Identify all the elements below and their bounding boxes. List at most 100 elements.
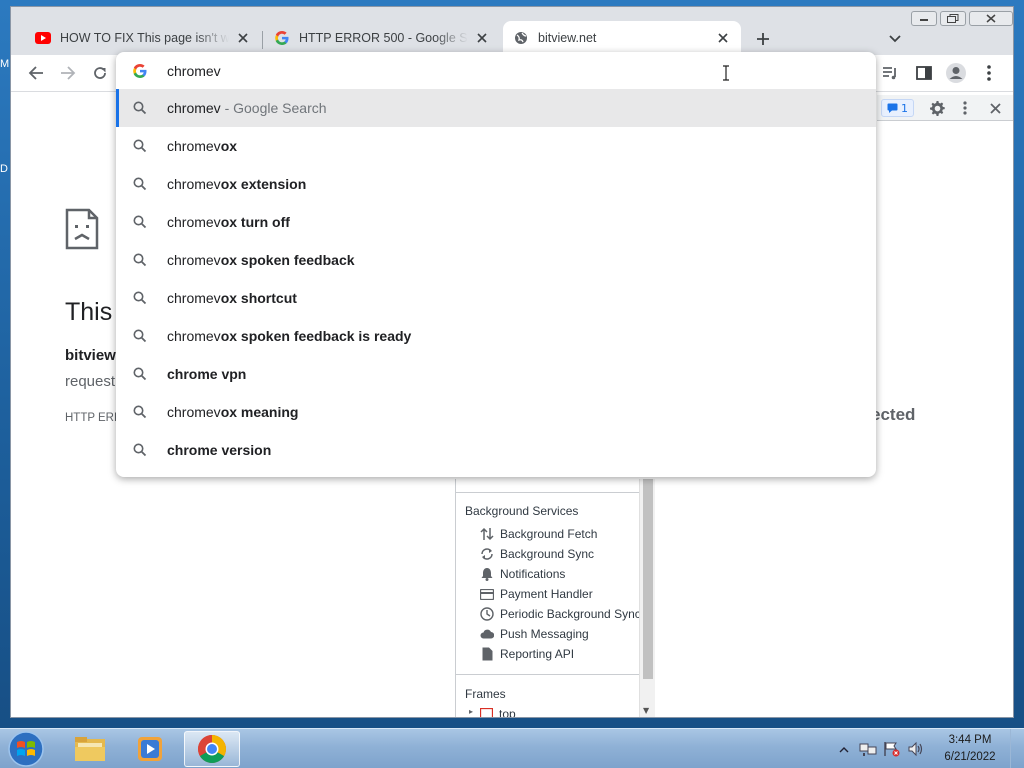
devtools-scrollbar[interactable]: ▼	[639, 479, 655, 717]
issues-badge[interactable]: 1	[881, 99, 914, 117]
background-sync-item[interactable]: Background Sync	[480, 545, 594, 563]
address-bar-text: chromev	[167, 63, 221, 79]
forward-button[interactable]	[54, 59, 82, 87]
close-icon	[989, 102, 1001, 114]
suggestion-item[interactable]: chromevox turn off	[116, 203, 876, 241]
tab-bitview[interactable]: bitview.net	[503, 21, 741, 55]
error-message: request.	[65, 373, 120, 390]
payment-handler-item[interactable]: Payment Handler	[480, 585, 593, 603]
tab-youtube[interactable]: HOW TO FIX This page isn't working	[25, 21, 261, 55]
gear-icon	[929, 100, 945, 116]
cloud-icon	[480, 629, 494, 639]
address-bar[interactable]: chromev	[116, 52, 876, 90]
avatar-icon	[946, 63, 966, 83]
devtools-toolbar: 1	[877, 95, 1013, 121]
forward-arrow-icon	[61, 66, 76, 80]
search-icon	[133, 291, 147, 305]
chrome-icon	[198, 735, 226, 763]
google-icon	[274, 30, 290, 46]
frame-top-item[interactable]: ▸ top	[469, 707, 516, 717]
clock-time: 3:44 PM	[948, 734, 992, 746]
taskbar: 3:44 PM 6/21/2022	[0, 728, 1024, 768]
suggestion-item[interactable]: chromev - Google Search	[116, 89, 876, 127]
background-services-heading: Background Services	[465, 504, 579, 518]
plus-icon	[757, 33, 769, 45]
reading-list-button[interactable]	[876, 59, 904, 87]
media-player-icon	[138, 737, 162, 761]
system-tray: 3:44 PM 6/21/2022	[832, 729, 1024, 768]
devtools-settings-button[interactable]	[929, 100, 945, 116]
action-center-flag-icon[interactable]	[881, 738, 903, 760]
background-fetch-item[interactable]: Background Fetch	[480, 525, 597, 543]
chrome-menu-button[interactable]	[975, 59, 1003, 87]
text-cursor-icon	[723, 65, 729, 81]
kebab-menu-icon	[963, 101, 967, 115]
taskbar-media-player[interactable]	[122, 731, 178, 767]
google-icon	[133, 64, 147, 78]
devtools-notice-text: ected	[871, 405, 916, 424]
taskbar-chrome[interactable]	[184, 731, 240, 767]
devtools-close-button[interactable]	[987, 100, 1003, 116]
periodic-background-sync-label: Periodic Background Sync	[500, 607, 641, 621]
youtube-icon	[35, 30, 51, 46]
tab-title: HTTP ERROR 500 - Google Search	[299, 31, 468, 45]
frame-icon	[479, 707, 493, 717]
document-icon	[482, 647, 492, 661]
tab-strip: HOW TO FIX This page isn't working HTTP …	[11, 19, 1015, 55]
suggestion-item[interactable]: chromevox shortcut	[116, 279, 876, 317]
new-tab-button[interactable]	[751, 27, 775, 51]
volume-icon[interactable]	[905, 738, 927, 760]
kebab-menu-icon	[987, 65, 991, 81]
scrollbar-thumb[interactable]	[643, 479, 653, 679]
divider	[456, 492, 640, 493]
start-button[interactable]	[6, 731, 46, 767]
close-tab-icon[interactable]	[474, 30, 490, 46]
suggestion-item[interactable]: chrome version	[116, 431, 876, 469]
suggestion-item[interactable]: chromevox meaning	[116, 393, 876, 431]
suggestion-item[interactable]: chromevox extension	[116, 165, 876, 203]
devtools-application-sidebar: Background Services Background Fetch Bac…	[455, 479, 655, 717]
periodic-background-sync-item[interactable]: Periodic Background Sync	[480, 605, 641, 623]
search-icon	[133, 139, 147, 153]
network-icon[interactable]	[857, 738, 879, 760]
search-icon	[133, 253, 147, 267]
back-arrow-icon	[28, 66, 43, 80]
tab-separator	[262, 31, 263, 49]
globe-icon	[513, 30, 529, 46]
side-panel-button[interactable]	[910, 59, 938, 87]
suggestion-item[interactable]: chrome vpn	[116, 355, 876, 393]
tab-google-search[interactable]: HTTP ERROR 500 - Google Search	[264, 21, 500, 55]
message-icon	[887, 103, 898, 113]
profile-button[interactable]	[942, 59, 970, 87]
scroll-down-arrow-icon[interactable]: ▼	[643, 706, 649, 715]
search-icon	[133, 405, 147, 419]
suggestion-item[interactable]: chromevox spoken feedback is ready	[116, 317, 876, 355]
updown-arrows-icon	[480, 527, 494, 541]
clock-icon	[480, 607, 494, 621]
suggestion-item[interactable]: chromevox	[116, 127, 876, 165]
push-messaging-item[interactable]: Push Messaging	[480, 625, 589, 643]
frame-top-label: top	[499, 707, 516, 717]
taskbar-explorer[interactable]	[62, 731, 118, 767]
error-code: HTTP ERR	[65, 412, 123, 424]
show-hidden-icons-icon[interactable]	[833, 738, 855, 760]
payment-handler-label: Payment Handler	[500, 587, 593, 601]
search-icon	[133, 443, 147, 457]
back-button[interactable]	[22, 59, 50, 87]
tab-search-button[interactable]	[883, 27, 907, 51]
devtools-menu-button[interactable]	[957, 100, 973, 116]
close-tab-icon[interactable]	[715, 30, 731, 46]
folder-icon	[75, 737, 105, 761]
search-icon	[133, 329, 147, 343]
tab-title: HOW TO FIX This page isn't working	[60, 31, 229, 45]
suggestion-item[interactable]: chromevox spoken feedback	[116, 241, 876, 279]
reporting-api-item[interactable]: Reporting API	[480, 645, 574, 663]
background-sync-label: Background Sync	[500, 547, 595, 561]
reading-list-icon	[883, 67, 896, 80]
clock[interactable]: 3:44 PM 6/21/2022	[936, 732, 1004, 766]
search-icon	[133, 215, 147, 229]
reload-button[interactable]	[86, 59, 114, 87]
close-tab-icon[interactable]	[235, 30, 251, 46]
notifications-item[interactable]: Notifications	[480, 565, 565, 583]
show-desktop-button[interactable]	[1010, 729, 1024, 768]
